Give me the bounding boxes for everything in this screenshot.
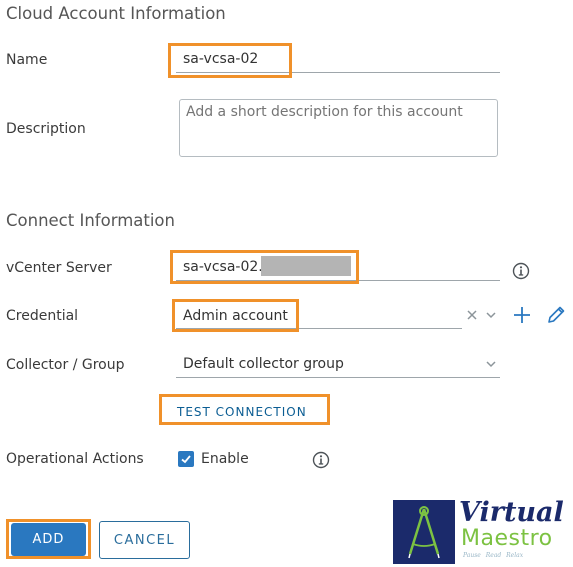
info-icon[interactable] <box>512 262 530 280</box>
credential-label: Credential <box>6 308 79 324</box>
collector-group-label: Collector / Group <box>6 357 125 373</box>
collector-group-select[interactable]: Default collector group <box>176 350 500 378</box>
close-icon[interactable] <box>466 309 478 321</box>
vcenter-server-label: vCenter Server <box>6 260 112 276</box>
logo-text-maestro: Maestro <box>461 526 553 551</box>
info-icon[interactable] <box>312 451 330 469</box>
section-title-cloud-account: Cloud Account Information <box>6 4 226 23</box>
vcenter-highlight-box <box>170 250 359 284</box>
section-title-connect: Connect Information <box>6 211 175 230</box>
collector-group-value: Default collector group <box>183 356 344 372</box>
test-connection-highlight-box <box>159 394 330 425</box>
check-icon <box>181 455 191 464</box>
name-highlight-box <box>168 43 292 78</box>
chevron-down-icon[interactable] <box>485 310 497 320</box>
virtual-maestro-logo: Virtual Maestro Pause Read Relax <box>393 497 565 566</box>
plus-icon[interactable] <box>512 305 532 325</box>
enable-checkbox[interactable] <box>178 451 194 467</box>
pencil-icon[interactable] <box>545 304 567 326</box>
name-label: Name <box>6 52 48 68</box>
description-label: Description <box>6 121 86 137</box>
logo-tagline: Pause Read Relax <box>463 552 524 559</box>
chevron-down-icon <box>485 359 497 369</box>
add-highlight-box <box>6 519 91 559</box>
enable-label[interactable]: Enable <box>201 451 249 467</box>
compass-logo-icon <box>393 500 455 564</box>
description-textarea[interactable] <box>179 99 498 157</box>
operational-actions-label: Operational Actions <box>6 451 144 467</box>
credential-highlight-box <box>172 299 299 332</box>
logo-text-virtual: Virtual <box>459 497 564 528</box>
cancel-button[interactable]: CANCEL <box>99 521 190 559</box>
